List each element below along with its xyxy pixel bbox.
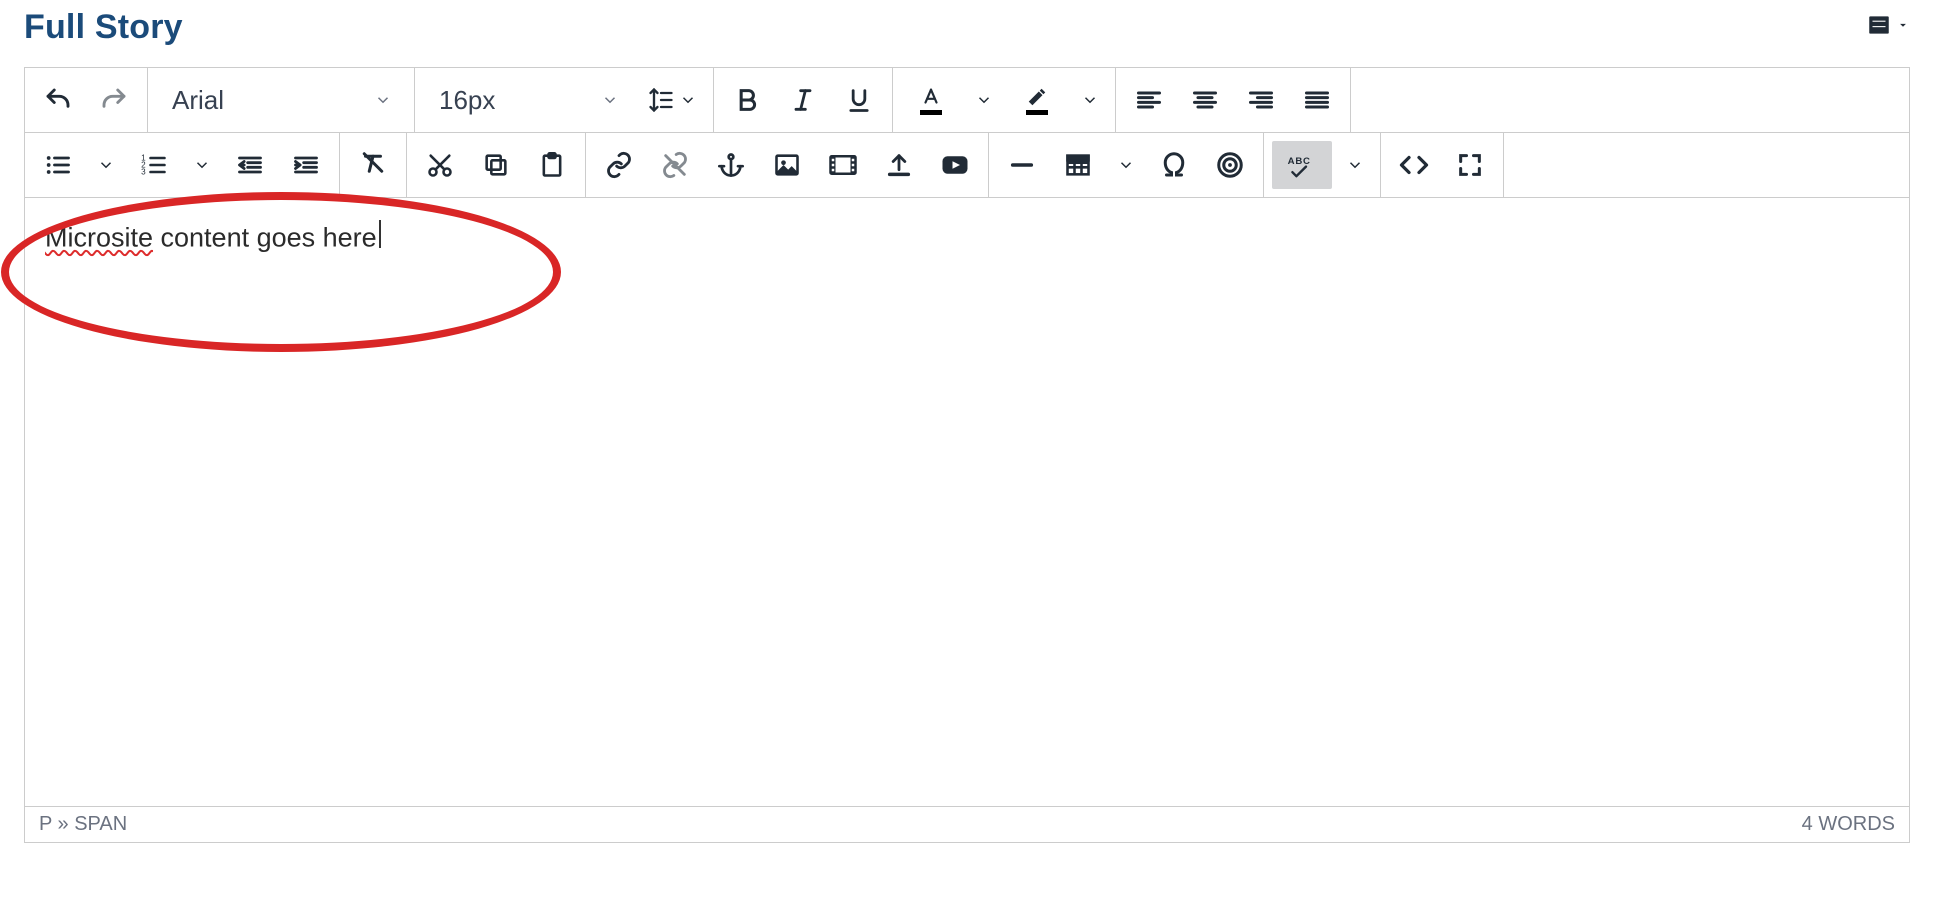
fullscreen-button[interactable] bbox=[1445, 141, 1495, 189]
chevron-down-icon bbox=[679, 91, 697, 109]
align-center-button[interactable] bbox=[1180, 76, 1230, 124]
undo-button[interactable] bbox=[33, 76, 83, 124]
link-button[interactable] bbox=[594, 141, 644, 189]
outdent-button[interactable] bbox=[225, 141, 275, 189]
text-caret bbox=[379, 220, 381, 248]
word-count[interactable]: 4 WORDS bbox=[1802, 813, 1895, 836]
youtube-button[interactable] bbox=[930, 141, 980, 189]
toolbar-row-1: Arial 16px bbox=[24, 67, 1910, 132]
align-left-button[interactable] bbox=[1124, 76, 1174, 124]
indent-button[interactable] bbox=[281, 141, 331, 189]
code-view-button[interactable] bbox=[1389, 141, 1439, 189]
group-history bbox=[25, 68, 148, 132]
bold-button[interactable] bbox=[722, 76, 772, 124]
unordered-list-button[interactable] bbox=[33, 141, 83, 189]
svg-text:ABC: ABC bbox=[1288, 156, 1311, 167]
italic-button[interactable] bbox=[778, 76, 828, 124]
table-button[interactable] bbox=[1053, 141, 1103, 189]
page-title: Full Story bbox=[24, 8, 183, 47]
font-size-select[interactable]: 16px bbox=[423, 76, 633, 124]
group-spell: ABC bbox=[1264, 133, 1381, 197]
group-clear bbox=[340, 133, 407, 197]
toolbar-row-2: 123 bbox=[24, 132, 1910, 197]
highlight-color-button[interactable] bbox=[1007, 76, 1067, 124]
editor-content[interactable]: Microsite content goes here bbox=[25, 198, 1909, 806]
spellcheck-dropdown[interactable] bbox=[1338, 141, 1372, 189]
align-justify-button[interactable] bbox=[1292, 76, 1342, 124]
caret-down-icon bbox=[1896, 18, 1910, 37]
header-row: Full Story bbox=[24, 8, 1910, 47]
table-dropdown[interactable] bbox=[1109, 141, 1143, 189]
spellcheck-button[interactable]: ABC bbox=[1272, 141, 1332, 189]
unlink-button[interactable] bbox=[650, 141, 700, 189]
ordered-list-button[interactable]: 123 bbox=[129, 141, 179, 189]
group-objects bbox=[989, 133, 1264, 197]
image-button[interactable] bbox=[762, 141, 812, 189]
group-colors bbox=[893, 68, 1116, 132]
text-color-button[interactable] bbox=[901, 76, 961, 124]
font-size-value: 16px bbox=[439, 85, 495, 116]
svg-text:3: 3 bbox=[141, 167, 146, 176]
chevron-down-icon bbox=[601, 85, 619, 116]
font-family-select[interactable]: Arial bbox=[156, 76, 406, 124]
redo-button[interactable] bbox=[89, 76, 139, 124]
font-family-value: Arial bbox=[172, 85, 224, 116]
chevron-down-icon bbox=[374, 85, 392, 116]
unordered-list-dropdown[interactable] bbox=[89, 141, 123, 189]
group-lists: 123 bbox=[25, 133, 340, 197]
line-height-button[interactable] bbox=[639, 76, 705, 124]
header-actions[interactable] bbox=[1866, 12, 1910, 43]
video-button[interactable] bbox=[818, 141, 868, 189]
align-right-button[interactable] bbox=[1236, 76, 1286, 124]
ordered-list-dropdown[interactable] bbox=[185, 141, 219, 189]
content-word-misspelled: Microsite bbox=[45, 222, 153, 252]
cut-button[interactable] bbox=[415, 141, 465, 189]
target-button[interactable] bbox=[1205, 141, 1255, 189]
paste-button[interactable] bbox=[527, 141, 577, 189]
group-clipboard bbox=[407, 133, 586, 197]
highlight-color-swatch bbox=[1026, 110, 1048, 115]
upload-button[interactable] bbox=[874, 141, 924, 189]
element-path[interactable]: P » SPAN bbox=[39, 813, 127, 836]
group-formatting bbox=[714, 68, 893, 132]
special-char-button[interactable] bbox=[1149, 141, 1199, 189]
text-color-swatch bbox=[920, 110, 942, 115]
clear-format-button[interactable] bbox=[348, 141, 398, 189]
editor-frame: Microsite content goes here bbox=[24, 197, 1910, 807]
group-font-family: Arial bbox=[148, 68, 415, 132]
content-rest: content goes here bbox=[153, 222, 377, 252]
horizontal-rule-button[interactable] bbox=[997, 141, 1047, 189]
group-insert bbox=[586, 133, 989, 197]
copy-button[interactable] bbox=[471, 141, 521, 189]
status-bar: P » SPAN 4 WORDS bbox=[24, 807, 1910, 843]
group-font-size: 16px bbox=[415, 68, 714, 132]
anchor-button[interactable] bbox=[706, 141, 756, 189]
text-color-dropdown[interactable] bbox=[967, 76, 1001, 124]
group-alignment bbox=[1116, 68, 1350, 132]
underline-button[interactable] bbox=[834, 76, 884, 124]
highlight-color-dropdown[interactable] bbox=[1073, 76, 1107, 124]
layout-icon bbox=[1866, 12, 1892, 43]
group-view bbox=[1381, 133, 1503, 197]
